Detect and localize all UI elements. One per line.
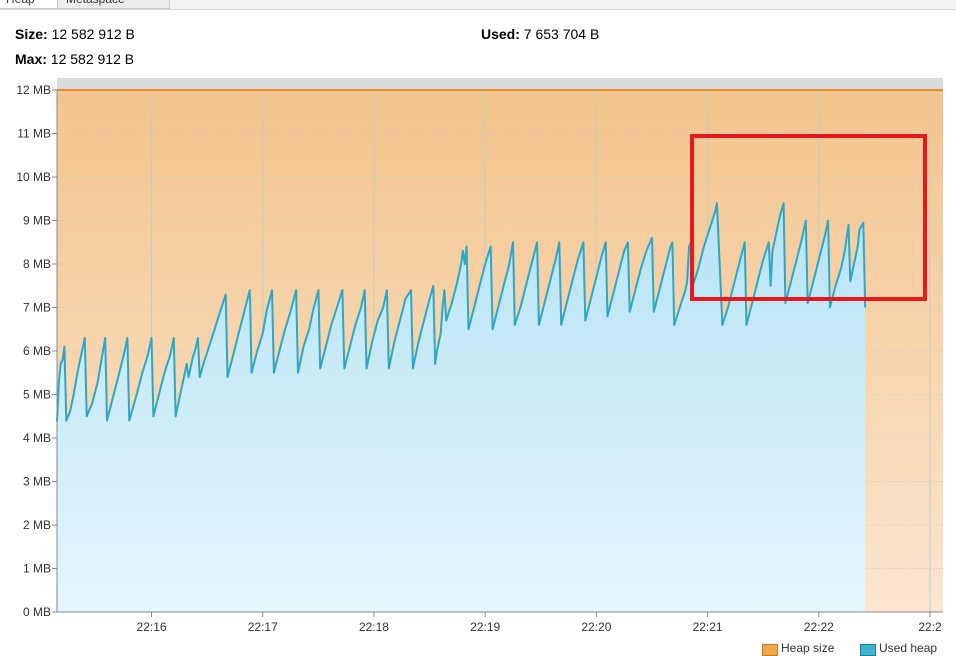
y-tick-label: 3 MB [23,475,51,489]
y-tick-label: 8 MB [23,257,51,271]
legend-used-heap-swatch [860,644,876,656]
y-tick-label: 5 MB [23,388,51,402]
tab-heap[interactable]: Heap [0,0,59,9]
used-label: Used: [481,26,520,42]
y-tick-label: 7 MB [23,301,51,315]
y-tick-label: 1 MB [23,562,51,576]
x-tick-label: 22:22 [804,620,834,634]
heap-chart: 0 MB 1 MB 2 MB 3 MB 4 MB 5 MB 6 MB 7 MB 8 MB 9 MB… [16,78,943,634]
legend-heap-size-label: Heap size [781,641,835,655]
used-value: 7 653 704 B [523,26,600,42]
legend-used-heap-label: Used heap [879,641,938,655]
y-tick-label: 2 MB [23,518,51,532]
x-tick-label: 22:2 [918,620,942,634]
max-stat: Max: 12 582 912 B [15,51,134,67]
size-value: 12 582 912 B [51,26,135,42]
tab-metaspace[interactable]: Metaspace [57,0,170,9]
legend-heap-size-swatch [762,644,778,656]
y-tick-label: 12 MB [16,83,51,97]
max-value: 12 582 912 B [50,51,135,67]
y-tick-label: 11 MB [17,127,51,141]
x-tick-label: 22:18 [359,620,389,634]
y-tick-label: 0 MB [23,605,51,619]
used-stat: Used: 7 653 704 B [481,26,599,42]
x-tick-label: 22:16 [137,620,167,634]
size-label: Size: [15,26,48,42]
x-tick-label: 22:19 [470,620,500,634]
tab-bar: Heap Metaspace [0,0,956,10]
x-axis-ticks: 22:16 22:17 22:18 22:19 22:20 22:21 22:22 22:2 [137,612,942,634]
size-stat: Size: 12 582 912 B [15,26,135,42]
y-tick-label: 9 MB [23,214,51,228]
y-tick-label: 6 MB [23,344,51,358]
y-tick-label: 10 MB [16,170,51,184]
x-tick-label: 22:21 [693,620,723,634]
x-tick-label: 22:20 [581,620,611,634]
y-axis-ticks: 0 MB 1 MB 2 MB 3 MB 4 MB 5 MB 6 MB 7 MB 8 MB 9 MB… [16,83,57,619]
x-tick-label: 22:17 [248,620,278,634]
max-label: Max: [15,51,47,67]
y-tick-label: 4 MB [23,431,51,445]
